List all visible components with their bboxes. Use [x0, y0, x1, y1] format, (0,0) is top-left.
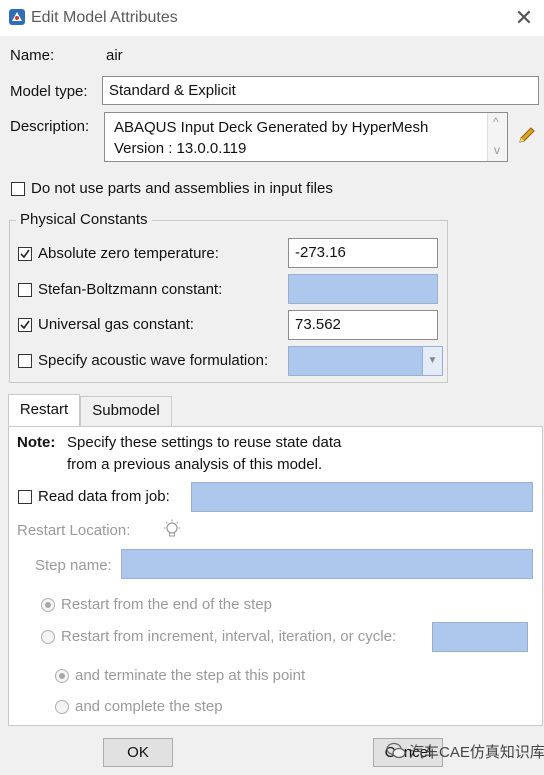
absolute-zero-checkbox[interactable]: [18, 247, 32, 261]
description-field[interactable]: ABAQUS Input Deck Generated by HyperMesh…: [104, 112, 508, 162]
description-line-2: Version : 13.0.0.119: [114, 140, 247, 157]
restart-increment-label: Restart from increment, interval, iterat…: [61, 628, 397, 645]
name-label: Name:: [10, 47, 55, 64]
model-type-field[interactable]: Standard & Explicit: [102, 76, 539, 105]
app-icon: [8, 8, 26, 26]
read-data-checkbox[interactable]: [18, 490, 32, 504]
watermark-text: 汽车CAE仿真知识库: [409, 744, 544, 761]
universal-gas-field[interactable]: 73.562: [288, 310, 438, 340]
terminate-step-label: and terminate the step at this point: [75, 667, 306, 684]
stefan-boltzmann-label: Stefan-Boltzmann constant:: [38, 281, 223, 298]
stefan-boltzmann-checkbox[interactable]: [18, 283, 32, 297]
wechat-watermark-icon: [385, 740, 407, 762]
universal-gas-checkbox[interactable]: [18, 318, 32, 332]
pencil-icon[interactable]: [517, 125, 537, 145]
name-value: air: [106, 47, 123, 64]
read-data-field[interactable]: [191, 482, 533, 512]
complete-step-radio[interactable]: [55, 700, 69, 714]
restart-end-of-step-radio[interactable]: [41, 598, 55, 612]
universal-gas-label: Universal gas constant:: [38, 316, 194, 333]
complete-step-label: and complete the step: [75, 698, 223, 715]
tab-submodel[interactable]: Submodel: [80, 396, 172, 426]
stefan-boltzmann-field[interactable]: [288, 274, 438, 304]
close-icon[interactable]: ✕: [512, 6, 536, 30]
restart-end-of-step-label: Restart from the end of the step: [61, 596, 272, 613]
acoustic-wave-label: Specify acoustic wave formulation:: [38, 352, 269, 369]
model-type-label: Model type:: [10, 83, 88, 100]
ok-button[interactable]: OK: [103, 738, 173, 767]
increment-field[interactable]: [432, 622, 528, 652]
note-line-2: from a previous analysis of this model.: [67, 456, 323, 473]
acoustic-wave-select[interactable]: ▼: [288, 346, 443, 376]
no-parts-label: Do not use parts and assemblies in input…: [31, 180, 333, 197]
lightbulb-icon: [163, 519, 181, 541]
note-line-1: Specify these settings to reuse state da…: [67, 434, 342, 451]
chevron-down-icon[interactable]: ▼: [422, 347, 442, 375]
check-icon: [20, 320, 30, 330]
no-parts-checkbox[interactable]: [11, 182, 25, 196]
step-name-label: Step name:: [35, 557, 112, 574]
absolute-zero-field[interactable]: -273.16: [288, 238, 438, 268]
terminate-step-radio[interactable]: [55, 669, 69, 683]
scroll-up-icon[interactable]: ^: [493, 115, 499, 129]
restart-increment-radio[interactable]: [41, 630, 55, 644]
note-label: Note:: [17, 434, 56, 451]
tab-restart[interactable]: Restart: [8, 394, 80, 427]
acoustic-wave-checkbox[interactable]: [18, 354, 32, 368]
description-scrollbar[interactable]: ^ v: [487, 113, 507, 161]
scroll-down-icon[interactable]: v: [494, 143, 500, 157]
window-title: Edit Model Attributes: [31, 9, 178, 26]
absolute-zero-label: Absolute zero temperature:: [38, 245, 219, 262]
read-data-label: Read data from job:: [38, 488, 170, 505]
description-label: Description:: [10, 118, 90, 135]
check-icon: [20, 249, 30, 259]
step-name-field[interactable]: [121, 549, 533, 579]
physical-constants-legend: Physical Constants: [16, 211, 152, 228]
description-line-1: ABAQUS Input Deck Generated by HyperMesh: [114, 119, 429, 136]
restart-location-label: Restart Location:: [17, 522, 131, 539]
